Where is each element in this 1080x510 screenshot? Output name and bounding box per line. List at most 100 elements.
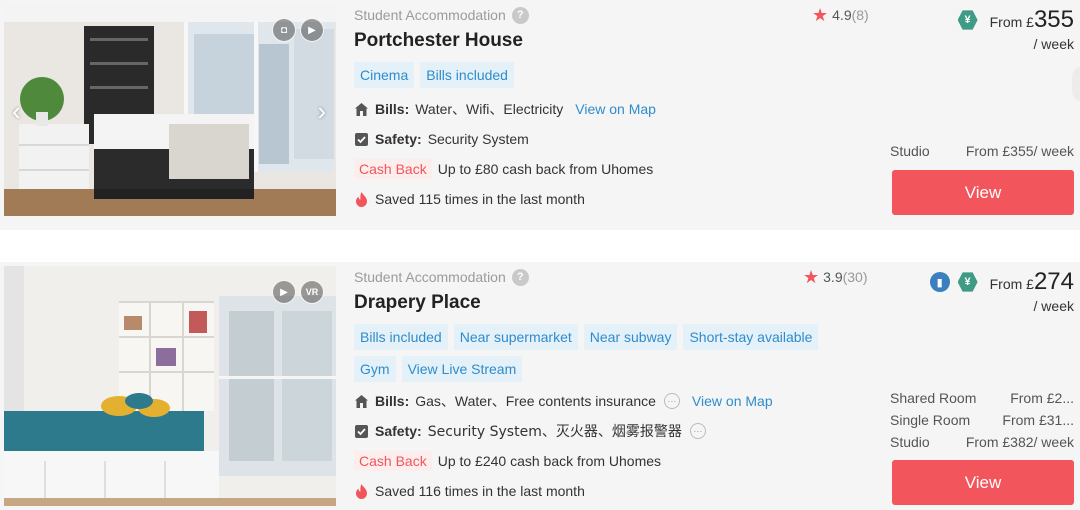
cash-back-row: Cash Back Up to £240 cash back from Uhom… — [354, 446, 884, 476]
scroll-handle[interactable] — [1072, 66, 1080, 102]
saved-text: Saved 115 times in the last month — [375, 191, 585, 207]
tag: Cinema — [354, 62, 415, 88]
help-icon[interactable]: ? — [511, 6, 529, 24]
star-icon: ★ — [812, 5, 829, 25]
tag-list: Cinema Bills included — [354, 62, 864, 88]
photo-next-arrow-icon[interactable]: › — [317, 96, 326, 127]
safety-label: Safety: — [375, 131, 422, 147]
tag: Short-stay available — [683, 324, 819, 350]
price-amount: 274 — [1033, 268, 1074, 295]
room-price: From £382/ week — [965, 434, 1074, 450]
price-from: From £ — [989, 276, 1034, 292]
listing-photo[interactable]: ▶ VR — [4, 266, 336, 506]
star-icon: ★ — [803, 267, 820, 287]
view-button[interactable]: View — [892, 170, 1074, 215]
room-type: Shared Room — [890, 390, 977, 406]
photo-prev-arrow-icon[interactable]: ‹ — [12, 96, 21, 127]
view-on-map-link[interactable]: View on Map — [575, 101, 656, 117]
rating-value: 4.9 — [832, 7, 852, 23]
rating: ★ 4.9 (8) — [812, 6, 869, 24]
room-price: From £355/ week — [965, 143, 1074, 159]
more-icon[interactable]: ··· — [663, 393, 680, 409]
view-live-stream-tag[interactable]: View Live Stream — [401, 356, 523, 382]
room-type: Single Room — [890, 412, 971, 428]
currency-badge-icon: ¥ — [957, 272, 978, 292]
listing-info: Student Accommodation ? Drapery Place Bi… — [354, 266, 884, 506]
rating-count: (30) — [842, 269, 868, 285]
listing-divider — [0, 230, 1080, 262]
saved-row: Saved 115 times in the last month — [354, 184, 884, 214]
view-on-map-link[interactable]: View on Map — [692, 393, 773, 409]
safety-label: Safety: — [375, 423, 422, 439]
price-amount: 355 — [1033, 6, 1074, 33]
tag: Bills included — [354, 324, 448, 350]
rating-count: (8) — [851, 7, 869, 23]
home-icon — [354, 394, 369, 409]
rating: ★ 3.9 (30) — [803, 268, 868, 286]
room-type: Studio — [890, 434, 930, 450]
room-price: From £31... — [1002, 412, 1074, 428]
price-line: ¥ From £355 — [957, 6, 1074, 34]
id-badge-icon: ▮ — [929, 272, 950, 292]
photo-gallery-icon[interactable]: ◘ — [272, 18, 296, 42]
cash-back-text: Up to £240 cash back from Uhomes — [437, 453, 662, 469]
price-box: ▮ ¥ From £274 / week — [929, 268, 1074, 314]
help-icon[interactable]: ? — [511, 268, 529, 286]
currency-badge-icon: ¥ — [957, 10, 978, 30]
listing-title[interactable]: Drapery Place — [354, 292, 884, 318]
view-button[interactable]: View — [892, 460, 1074, 505]
price-unit: / week — [1033, 36, 1074, 52]
bills-row: Bills: Gas、Water、Free contents insurance… — [354, 386, 884, 416]
rating-value: 3.9 — [823, 269, 843, 285]
bills-value: Gas、Water、Free contents insurance — [415, 393, 656, 409]
safety-row: Safety: Security System — [354, 124, 884, 154]
tag: Near subway — [583, 324, 678, 350]
shield-check-icon — [354, 424, 369, 439]
listing-category: Student Accommodation ? — [354, 4, 884, 26]
listing-card[interactable]: ◘ ▶ ‹ › Student Accommodation ? Portches… — [0, 0, 1080, 230]
vr-icon[interactable]: VR — [300, 280, 324, 304]
cash-back-text: Up to £80 cash back from Uhomes — [437, 161, 654, 177]
category-label: Student Accommodation — [354, 269, 506, 285]
room-row: Single Room From £31... — [890, 409, 1074, 431]
video-play-icon[interactable]: ▶ — [300, 18, 324, 42]
listing-card[interactable]: ▶ VR Student Accommodation ? Drapery Pla… — [0, 262, 1080, 510]
listing-title[interactable]: Portchester House — [354, 30, 884, 56]
cash-back-badge: Cash Back — [354, 451, 432, 471]
home-icon — [354, 102, 369, 117]
bills-value: Water、Wifi、Electricity — [415, 101, 564, 117]
room-list: Studio From £355/ week — [890, 140, 1074, 162]
listing-photo[interactable]: ◘ ▶ ‹ › — [4, 4, 336, 216]
safety-value: Security System — [427, 131, 529, 147]
room-list: Shared Room From £2... Single Room From … — [890, 387, 1074, 453]
bills-label: Bills: — [375, 393, 410, 409]
cash-back-row: Cash Back Up to £80 cash back from Uhome… — [354, 154, 884, 184]
room-price: From £2... — [1010, 390, 1074, 406]
bills-row: Bills: Water、Wifi、Electricity View on Ma… — [354, 94, 884, 124]
safety-row: Safety: Security System、灭火器、烟雾报警器 ··· — [354, 416, 884, 446]
flame-icon — [354, 191, 369, 207]
tag: Gym — [354, 356, 396, 382]
room-row: Shared Room From £2... — [890, 387, 1074, 409]
tag-list: Bills included Near supermarket Near sub… — [354, 324, 864, 382]
video-icon[interactable]: ▶ — [272, 280, 296, 304]
room-type: Studio — [890, 143, 930, 159]
safety-value: Security System、灭火器、烟雾报警器 — [427, 424, 682, 440]
room-row: Studio From £382/ week — [890, 431, 1074, 453]
category-label: Student Accommodation — [354, 7, 506, 23]
price-unit: / week — [1033, 298, 1074, 314]
flame-icon — [354, 483, 369, 499]
bills-label: Bills: — [375, 101, 410, 117]
price-line: ▮ ¥ From £274 — [929, 268, 1074, 296]
price-box: ¥ From £355 / week — [957, 6, 1074, 52]
cash-back-badge: Cash Back — [354, 159, 432, 179]
shield-check-icon — [354, 132, 369, 147]
listing-info: Student Accommodation ? Portchester Hous… — [354, 4, 884, 214]
saved-text: Saved 116 times in the last month — [375, 483, 585, 499]
tag: Near supermarket — [453, 324, 578, 350]
more-icon[interactable]: ··· — [689, 423, 706, 439]
saved-row: Saved 116 times in the last month — [354, 476, 884, 506]
tag: Bills included — [420, 62, 514, 88]
room-row: Studio From £355/ week — [890, 140, 1074, 162]
price-from: From £ — [989, 14, 1034, 30]
